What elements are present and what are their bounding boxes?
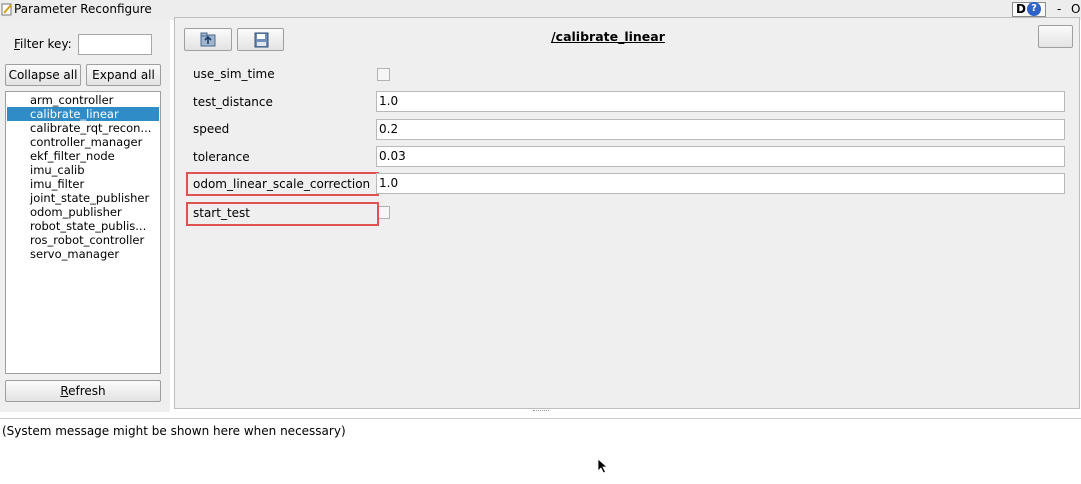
node-item-robot-state-publisher[interactable]: robot_state_publis... <box>7 219 159 233</box>
node-list[interactable]: arm_controller calibrate_linear calibrat… <box>5 91 161 374</box>
save-disk-icon <box>254 32 268 48</box>
refresh-mnemonic: R <box>60 384 69 398</box>
close-node-button[interactable] <box>1038 25 1073 48</box>
window-title: Parameter Reconfigure <box>14 2 152 16</box>
app-pencil-icon <box>1 3 12 16</box>
close-window-button[interactable]: O <box>1071 2 1080 16</box>
node-item-joint-state-publisher[interactable]: joint_state_publisher <box>7 191 159 205</box>
param-checkbox-use-sim-time[interactable] <box>377 68 390 81</box>
param-input-test-distance[interactable]: 1.0 <box>376 91 1065 112</box>
param-input-speed[interactable]: 0.2 <box>376 119 1065 140</box>
node-item-calibrate-linear[interactable]: calibrate_linear <box>7 107 159 121</box>
save-parameters-button[interactable] <box>237 28 284 51</box>
node-item-arm-controller[interactable]: arm_controller <box>7 93 159 107</box>
filter-key-label-rest: ilter key: <box>20 37 72 51</box>
param-label-start-test: start_test <box>193 206 250 220</box>
expand-all-button[interactable]: Expand all <box>86 64 161 86</box>
param-label-odom-linear-scale-correction: odom_linear_scale_correction <box>193 177 371 191</box>
node-item-calibrate-rqt-reconfigure[interactable]: calibrate_rqt_recon... <box>7 121 159 135</box>
param-label-tolerance: tolerance <box>193 150 250 164</box>
node-item-ekf-filter-node[interactable]: ekf_filter_node <box>7 149 159 163</box>
filter-key-input[interactable] <box>78 34 152 55</box>
param-input-tolerance[interactable]: 0.03 <box>376 146 1065 167</box>
node-title: /calibrate_linear <box>551 29 665 44</box>
param-label-test-distance: test_distance <box>193 95 273 109</box>
node-item-controller-manager[interactable]: controller_manager <box>7 135 159 149</box>
help-d-button[interactable]: D <box>1016 2 1026 16</box>
param-label-use-sim-time: use_sim_time <box>193 67 275 81</box>
refresh-button[interactable]: Refresh <box>5 380 161 402</box>
param-label-speed: speed <box>193 122 230 136</box>
node-item-servo-manager[interactable]: servo_manager <box>7 247 159 261</box>
help-question-icon[interactable]: ? <box>1027 2 1041 16</box>
splitter-handle[interactable] <box>533 410 549 414</box>
minimize-button[interactable]: - <box>1057 2 1061 16</box>
status-message: (System message might be shown here when… <box>2 424 346 438</box>
mouse-cursor-icon <box>597 458 609 474</box>
load-folder-icon <box>200 32 216 47</box>
filter-key-label: Filter key: <box>14 37 72 51</box>
load-parameters-button[interactable] <box>184 28 232 51</box>
node-item-ros-robot-controller[interactable]: ros_robot_controller <box>7 233 159 247</box>
node-item-imu-filter[interactable]: imu_filter <box>7 177 159 191</box>
refresh-label-rest: efresh <box>68 384 106 398</box>
param-input-odom-linear-scale-correction[interactable]: 1.0 <box>376 173 1065 194</box>
collapse-all-button[interactable]: Collapse all <box>5 64 81 86</box>
node-item-odom-publisher[interactable]: odom_publisher <box>7 205 159 219</box>
node-item-imu-calib[interactable]: imu_calib <box>7 163 159 177</box>
